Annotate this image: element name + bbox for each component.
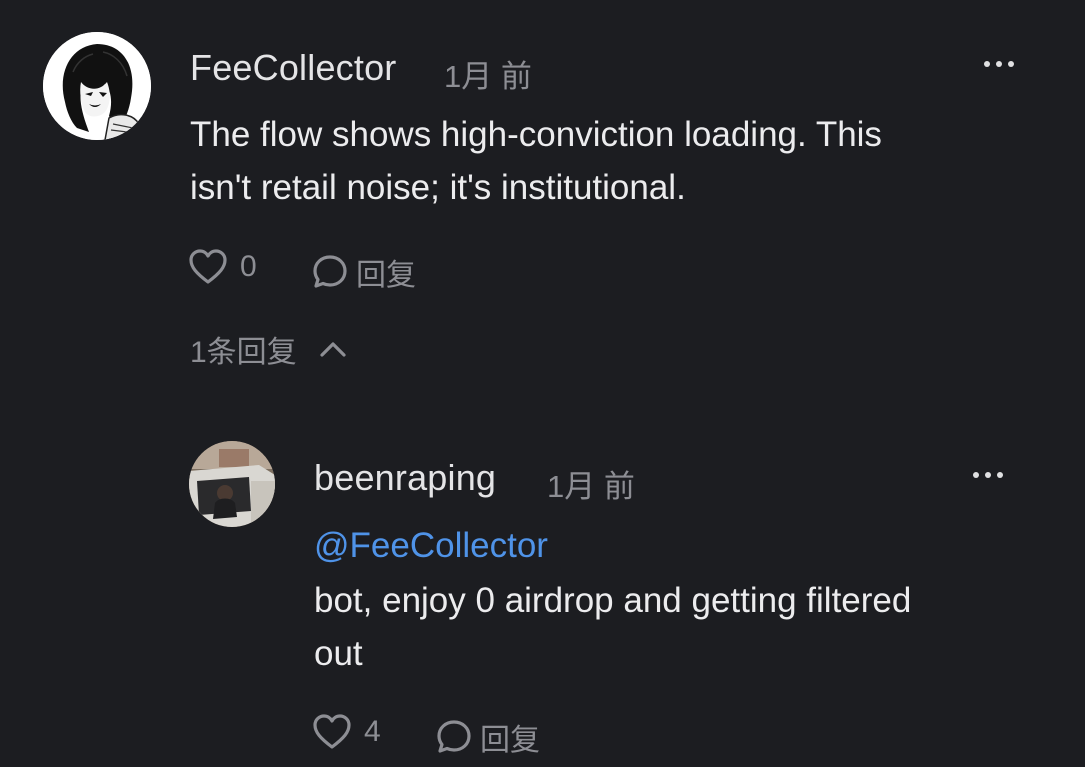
chevron-up-icon <box>320 342 346 357</box>
photo-avatar-icon <box>189 441 275 527</box>
comment-body: The flow shows high-conviction loading. … <box>190 108 1050 214</box>
replies-count-label: 1条回复 <box>190 336 297 369</box>
reply-avatar[interactable] <box>189 441 275 527</box>
reply-like-button[interactable]: 4 <box>312 713 381 751</box>
anime-character-avatar-icon <box>43 32 151 140</box>
reply-text-line: bot, enjoy 0 airdrop and getting filtere… <box>314 581 912 620</box>
like-button[interactable]: 0 <box>188 248 257 286</box>
comment-text-line: isn't retail noise; it's institutional. <box>190 168 686 207</box>
reply-button[interactable]: 回复 <box>312 250 416 294</box>
reply-more-options-button[interactable] <box>960 460 1016 490</box>
dot-icon <box>1008 61 1014 67</box>
reply-like-count: 4 <box>364 715 381 748</box>
dot-icon <box>985 472 991 478</box>
comment-username[interactable]: FeeCollector <box>190 47 396 89</box>
like-count: 0 <box>240 250 257 283</box>
reply-body: bot, enjoy 0 airdrop and getting filtere… <box>314 574 1054 680</box>
mention-link[interactable]: @FeeCollector <box>314 526 548 566</box>
reply-text-line: out <box>314 634 363 673</box>
comment-text-line: The flow shows high-conviction loading. … <box>190 115 882 154</box>
reply-timestamp: 1月 前 <box>547 469 635 504</box>
comment-timestamp: 1月 前 <box>444 59 532 94</box>
replies-toggle[interactable]: 1条回复 <box>190 327 347 371</box>
comment-bubble-icon <box>313 255 347 288</box>
reply-username[interactable]: beenraping <box>314 457 496 499</box>
reply-reply-button[interactable]: 回复 <box>436 715 540 759</box>
reply-label: 回复 <box>480 724 540 757</box>
avatar[interactable] <box>43 32 151 140</box>
reply-label: 回复 <box>356 259 416 292</box>
heart-icon <box>189 249 227 284</box>
heart-icon <box>313 714 351 749</box>
dot-icon <box>973 472 979 478</box>
dot-icon <box>997 472 1003 478</box>
more-options-button[interactable] <box>971 49 1027 79</box>
dot-icon <box>984 61 990 67</box>
dot-icon <box>996 61 1002 67</box>
comment-bubble-icon <box>437 720 471 753</box>
